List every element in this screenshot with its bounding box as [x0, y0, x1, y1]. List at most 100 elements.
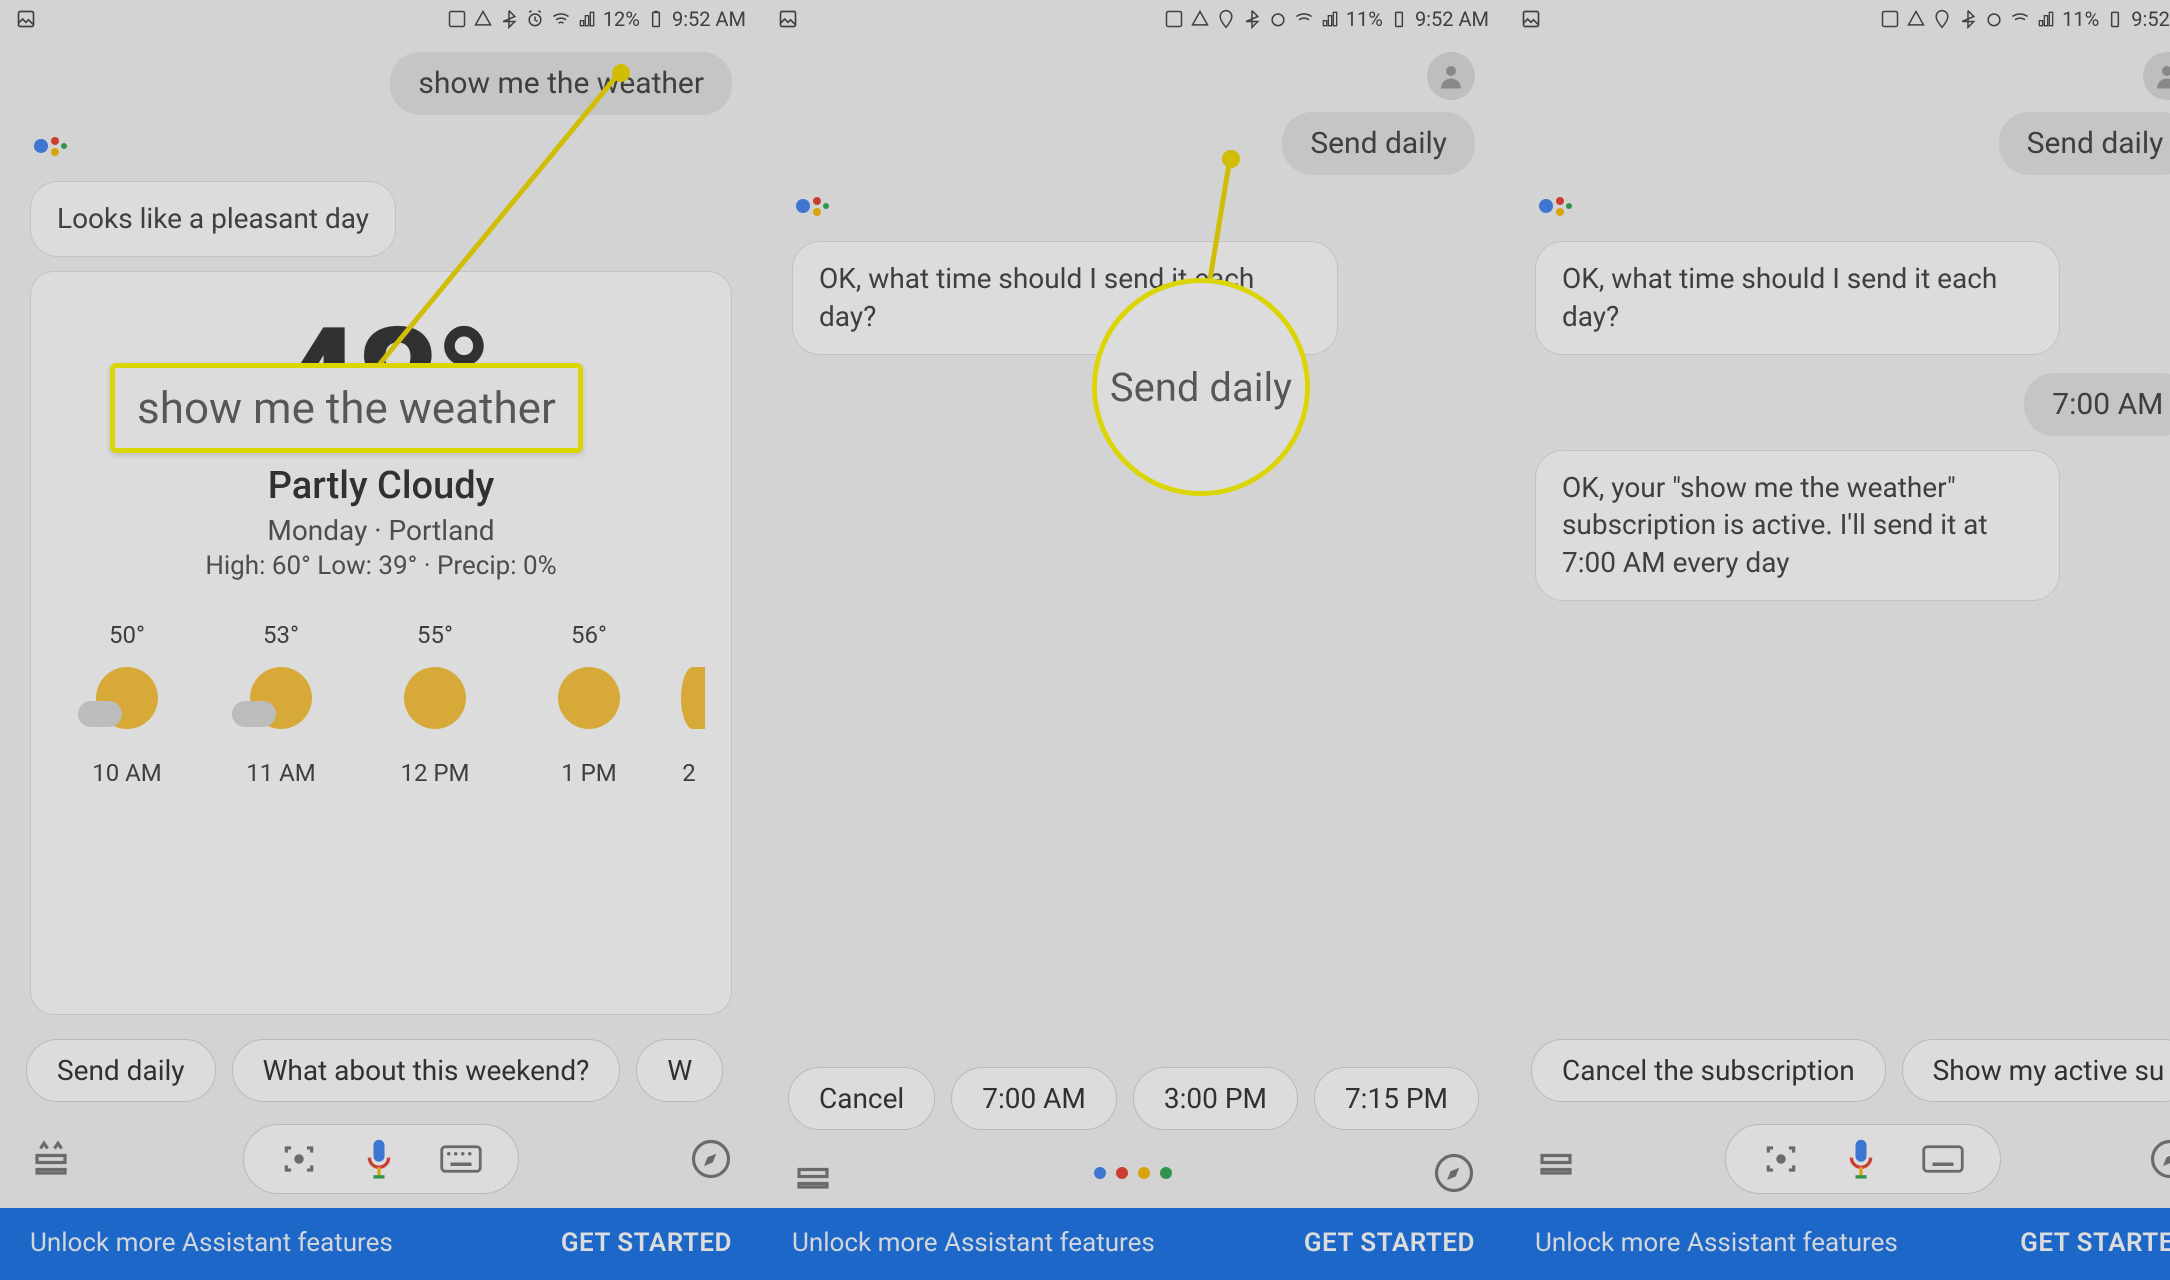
- partly-cloudy-icon: [96, 667, 158, 729]
- triangle-icon: [473, 9, 493, 29]
- signal-icon: [1320, 9, 1340, 29]
- battery-icon: [646, 9, 666, 29]
- chip-weekend[interactable]: What about this weekend?: [232, 1039, 621, 1102]
- suggestion-chips-row[interactable]: Cancel the subscription Show my active s…: [1505, 1029, 2170, 1112]
- unlock-features-banner[interactable]: Unlock more Assistant features GET START…: [762, 1208, 1505, 1280]
- user-bubble[interactable]: Send daily: [1999, 112, 2170, 175]
- mic-icon[interactable]: [362, 1137, 396, 1181]
- battery-text: 12%: [603, 7, 640, 31]
- get-started-button[interactable]: GET STARTED: [1304, 1228, 1475, 1258]
- updates-icon[interactable]: [1535, 1138, 1577, 1180]
- hourly-temp: 55°: [365, 621, 505, 649]
- clock-text: 9:52 AM: [2131, 7, 2170, 31]
- banner-text: Unlock more Assistant features: [1535, 1228, 1898, 1258]
- hourly-label: 10 AM: [57, 759, 197, 787]
- chip-cancel[interactable]: Cancel: [788, 1067, 935, 1130]
- weather-day-location: Monday · Portland: [57, 514, 705, 547]
- hourly-item: 53° 11 AM: [211, 621, 351, 787]
- triangle-icon: [1190, 9, 1210, 29]
- screen-subscription-active: 11% 9:52 AM Send daily OK, what time sho…: [1505, 0, 2170, 1280]
- hourly-item-cut: 2: [673, 621, 705, 787]
- callout-anchor-dot: [1222, 150, 1240, 168]
- wifi-icon: [1294, 9, 1314, 29]
- wifi-icon: [551, 9, 571, 29]
- assistant-logo-icon: [34, 137, 64, 167]
- user-bubble[interactable]: Send daily: [1282, 112, 1475, 175]
- updates-icon[interactable]: [30, 1138, 72, 1180]
- hourly-label: 11 AM: [211, 759, 351, 787]
- callout-anchor-dot: [612, 64, 630, 82]
- bluetooth-icon: [499, 9, 519, 29]
- unlock-features-banner[interactable]: Unlock more Assistant features GET START…: [1505, 1208, 2170, 1280]
- hourly-item: 55° 12 PM: [365, 621, 505, 787]
- user-bubble[interactable]: 7:00 AM: [2024, 373, 2170, 436]
- sunny-icon: [558, 667, 620, 729]
- alarm-icon: [1984, 9, 2004, 29]
- assistant-logo-icon: [796, 197, 826, 227]
- explore-icon[interactable]: [2149, 1138, 2170, 1180]
- user-message-row: [1535, 52, 2170, 100]
- partly-cloudy-icon: [250, 667, 312, 729]
- image-icon: [1880, 9, 1900, 29]
- alarm-icon: [525, 9, 545, 29]
- keyboard-icon[interactable]: [440, 1144, 482, 1174]
- hourly-temp: 53°: [211, 621, 351, 649]
- battery-text: 11%: [2062, 7, 2099, 31]
- signal-icon: [2036, 9, 2056, 29]
- alarm-icon: [1268, 9, 1288, 29]
- explore-icon[interactable]: [1433, 1152, 1475, 1194]
- battery-icon: [1389, 9, 1409, 29]
- battery-icon: [2105, 9, 2125, 29]
- signal-icon: [577, 9, 597, 29]
- get-started-button[interactable]: GET STARTED: [561, 1228, 732, 1258]
- input-pill[interactable]: [1725, 1124, 2001, 1194]
- keyboard-icon[interactable]: [1922, 1144, 1964, 1174]
- chip-show-active[interactable]: Show my active su: [1902, 1039, 2170, 1102]
- assistant-input-bar: [762, 1140, 1505, 1208]
- lens-icon[interactable]: [280, 1140, 318, 1178]
- user-message-row: [792, 52, 1475, 100]
- input-pill[interactable]: [243, 1124, 519, 1194]
- location-icon: [1932, 9, 1952, 29]
- mic-icon[interactable]: [1844, 1137, 1878, 1181]
- chip-send-daily[interactable]: Send daily: [26, 1039, 216, 1102]
- suggestion-chips-row[interactable]: Cancel 7:00 AM 3:00 PM 7:15 PM: [762, 1057, 1505, 1140]
- unlock-features-banner[interactable]: Unlock more Assistant features GET START…: [0, 1208, 762, 1280]
- location-icon: [1216, 9, 1236, 29]
- hourly-item: 56° 1 PM: [519, 621, 659, 787]
- clock-text: 9:52 AM: [672, 7, 746, 31]
- hourly-temp: 56°: [519, 621, 659, 649]
- user-avatar[interactable]: [1427, 52, 1475, 100]
- assistant-input-bar: [1505, 1112, 2170, 1208]
- callout-highlight-box: show me the weather: [110, 363, 583, 453]
- image-icon: [16, 9, 36, 29]
- status-bar: 11% 9:52 AM: [1505, 0, 2170, 38]
- banner-text: Unlock more Assistant features: [30, 1228, 393, 1258]
- weather-details: High: 60° Low: 39° · Precip: 0%: [57, 551, 705, 581]
- assistant-bubble: Looks like a pleasant day: [30, 181, 396, 257]
- chip-7am[interactable]: 7:00 AM: [951, 1067, 1117, 1130]
- bluetooth-icon: [1242, 9, 1262, 29]
- updates-icon[interactable]: [792, 1152, 834, 1194]
- chip-715pm[interactable]: 7:15 PM: [1314, 1067, 1479, 1130]
- user-avatar[interactable]: [2143, 52, 2170, 100]
- suggestion-chips-row[interactable]: Send daily What about this weekend? W: [0, 1029, 762, 1112]
- user-bubble[interactable]: show me the weather: [390, 52, 732, 115]
- wifi-icon: [2010, 9, 2030, 29]
- assistant-logo-icon: [1539, 197, 1569, 227]
- image-icon: [1164, 9, 1184, 29]
- assistant-bubble: OK, your "show me the weather" subscript…: [1535, 450, 2060, 601]
- hourly-label: 2: [673, 759, 705, 787]
- chip-cut[interactable]: W: [636, 1039, 723, 1102]
- chip-3pm[interactable]: 3:00 PM: [1133, 1067, 1298, 1130]
- explore-icon[interactable]: [690, 1138, 732, 1180]
- lens-icon[interactable]: [1762, 1140, 1800, 1178]
- chip-cancel-subscription[interactable]: Cancel the subscription: [1531, 1039, 1886, 1102]
- hourly-item: 50° 10 AM: [57, 621, 197, 787]
- status-bar: 12% 9:52 AM: [0, 0, 762, 38]
- weather-hourly[interactable]: 50° 10 AM 53° 11 AM 55° 12 PM 56°: [57, 621, 705, 787]
- assistant-input-bar: [0, 1112, 762, 1208]
- bluetooth-icon: [1958, 9, 1978, 29]
- get-started-button[interactable]: GET STARTED: [2020, 1228, 2170, 1258]
- sunny-icon: [404, 667, 466, 729]
